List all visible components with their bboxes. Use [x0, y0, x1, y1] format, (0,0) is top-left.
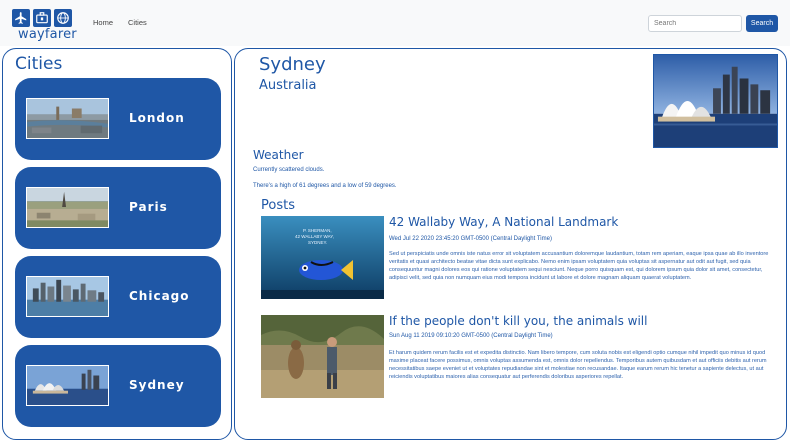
- post-image-caption-line-3: SYDNEY.: [308, 240, 327, 245]
- nav-item-cities[interactable]: Cities: [128, 18, 147, 27]
- suitcase-icon: [33, 9, 51, 27]
- post-title[interactable]: 42 Wallaby Way, A National Landmark: [389, 215, 618, 229]
- city-detail: Sydney Australia Weather Currently scatt…: [234, 48, 787, 440]
- weather-summary: Currently scattered clouds.: [253, 167, 325, 173]
- sidebar-title: Cities: [15, 54, 63, 74]
- city-name-chicago: Chicago: [129, 289, 190, 303]
- post-title[interactable]: If the people don't kill you, the animal…: [389, 314, 647, 328]
- city-card-paris[interactable]: Paris: [15, 167, 221, 249]
- chicago-thumbnail: [26, 276, 109, 317]
- cities-sidebar: Cities London Paris Chicago Sydney: [2, 48, 232, 440]
- country-name: Australia: [259, 78, 317, 93]
- brand-name[interactable]: wayfarer: [18, 27, 77, 42]
- post-date: Sun Aug 11 2019 09:10:20 GMT-0500 (Centr…: [389, 333, 553, 339]
- brand-logo[interactable]: [12, 9, 72, 27]
- paris-thumbnail: [26, 187, 109, 228]
- weather-range: There's a high of 61 degrees and a low o…: [253, 183, 397, 189]
- post-image-caption-line-1: P. SHERMAN,: [303, 228, 332, 233]
- city-card-london[interactable]: London: [15, 78, 221, 160]
- city-name-paris: Paris: [129, 200, 168, 214]
- nav-item-home[interactable]: Home: [93, 18, 113, 27]
- weather-heading: Weather: [253, 148, 304, 162]
- london-thumbnail: [26, 98, 109, 139]
- city-name-london: London: [129, 111, 185, 125]
- globe-icon: [54, 9, 72, 27]
- search-button[interactable]: Search: [746, 15, 778, 32]
- city-card-sydney[interactable]: Sydney: [15, 345, 221, 427]
- post-body: Sed ut perspiciatis unde omnis iste natu…: [389, 251, 769, 281]
- navbar: wayfarer Home Cities Search: [0, 0, 790, 46]
- city-hero-image: [653, 54, 778, 148]
- city-card-chicago[interactable]: Chicago: [15, 256, 221, 338]
- post-image[interactable]: P. SHERMAN, 42 WALLABY WAY, SYDNEY.: [261, 216, 384, 299]
- posts-heading: Posts: [261, 198, 295, 213]
- sydney-thumbnail: [26, 365, 109, 406]
- post-body: Et harum quidem rerum facilis est et exp…: [389, 350, 767, 380]
- city-title: Sydney: [259, 54, 326, 75]
- post-image-caption-line-2: 42 WALLABY WAY,: [295, 234, 334, 239]
- nav-links: Home Cities: [93, 18, 147, 27]
- post-date: Wed Jul 22 2020 23:45:20 GMT-0500 (Centr…: [389, 236, 552, 242]
- search-input[interactable]: [648, 15, 742, 32]
- city-name-sydney: Sydney: [129, 378, 185, 392]
- airplane-icon: [12, 9, 30, 27]
- post-image[interactable]: [261, 315, 384, 398]
